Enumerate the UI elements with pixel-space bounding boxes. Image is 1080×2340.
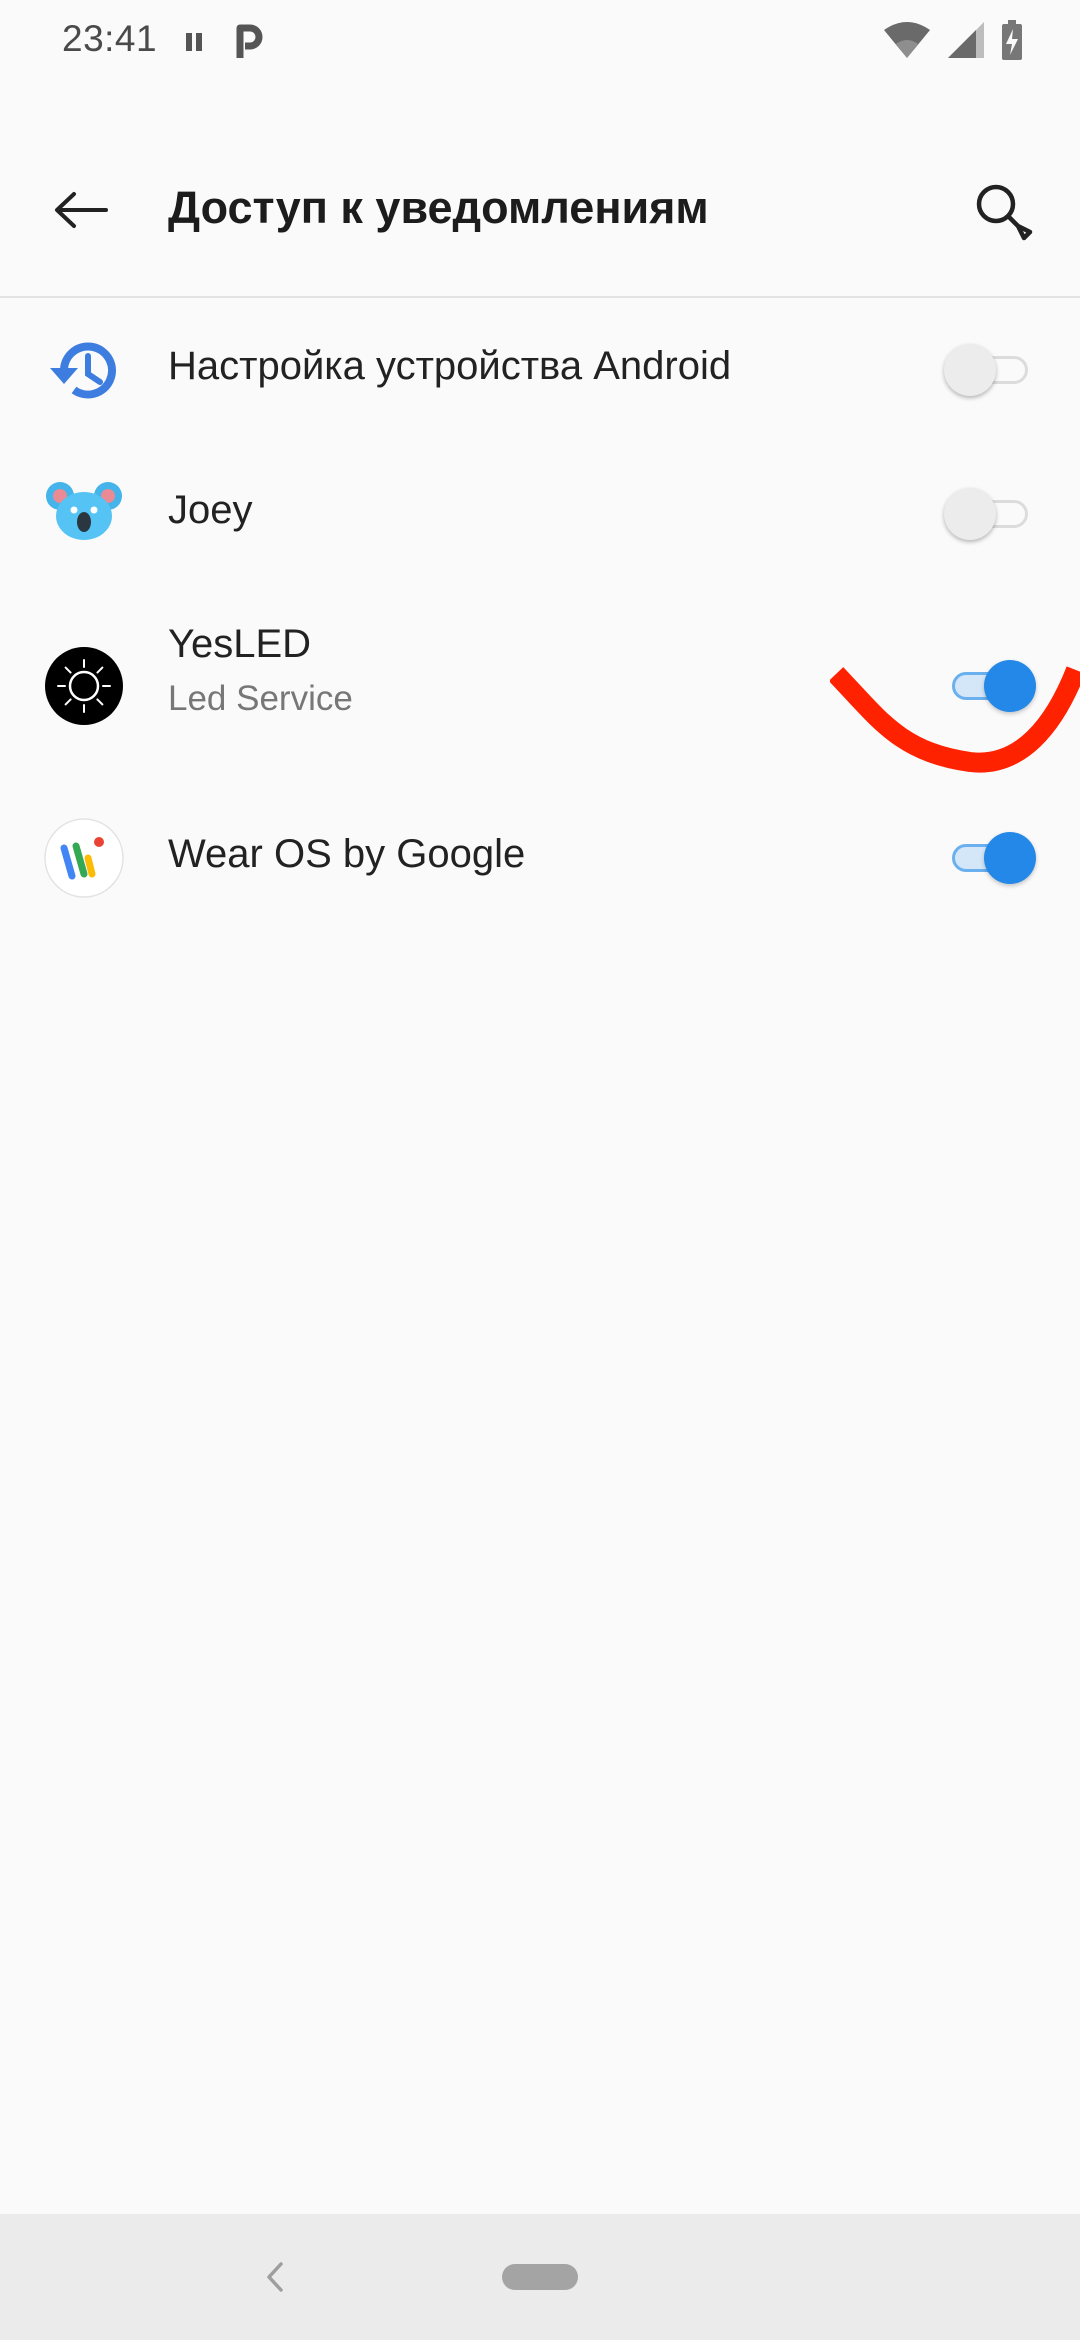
list-item-android-setup[interactable]: Настройка устройства Android [0, 298, 1080, 442]
app-bar: Доступ к уведомлениям [0, 110, 1080, 298]
status-bar: 23:41 [0, 0, 1080, 84]
status-time: 23:41 [62, 18, 158, 59]
list-item-wear-os[interactable]: Wear OS by Google [0, 784, 1080, 928]
parking-icon [236, 24, 263, 58]
back-button[interactable] [40, 170, 120, 250]
notification-access-toggle[interactable] [944, 828, 1036, 888]
app-name: Wear OS by Google [168, 832, 526, 876]
notification-access-toggle[interactable] [944, 484, 1036, 544]
restore-history-icon [50, 342, 116, 399]
navigation-bar [0, 2214, 1080, 2340]
app-name: Настройка устройства Android [168, 344, 732, 388]
search-icon [976, 184, 1033, 241]
page-title: Доступ к уведомлениям [168, 182, 709, 233]
search-button[interactable] [958, 166, 1050, 258]
app-name: Joey [168, 488, 253, 532]
app-name: YesLED [168, 622, 312, 666]
notification-access-list: Настройка устройства Android Joey YesLED… [0, 298, 1080, 928]
app-subtitle: Led Service [168, 679, 353, 718]
cell-signal-icon [948, 22, 984, 58]
koala-icon [46, 482, 122, 540]
wifi-icon [884, 22, 930, 58]
notification-access-toggle[interactable] [944, 340, 1036, 400]
wear-os-icon [44, 818, 124, 898]
nav-back-button[interactable] [256, 2252, 292, 2302]
arrow-back-icon [55, 192, 108, 228]
list-item-joey[interactable]: Joey [0, 442, 1080, 586]
sun-icon [45, 647, 123, 725]
nav-back-chevron-icon [267, 2262, 283, 2292]
red-annotation-curve [830, 666, 1080, 773]
nav-home-pill-icon[interactable] [502, 2264, 578, 2290]
battery-charging-icon [1002, 20, 1022, 60]
pause-icon [186, 33, 202, 51]
